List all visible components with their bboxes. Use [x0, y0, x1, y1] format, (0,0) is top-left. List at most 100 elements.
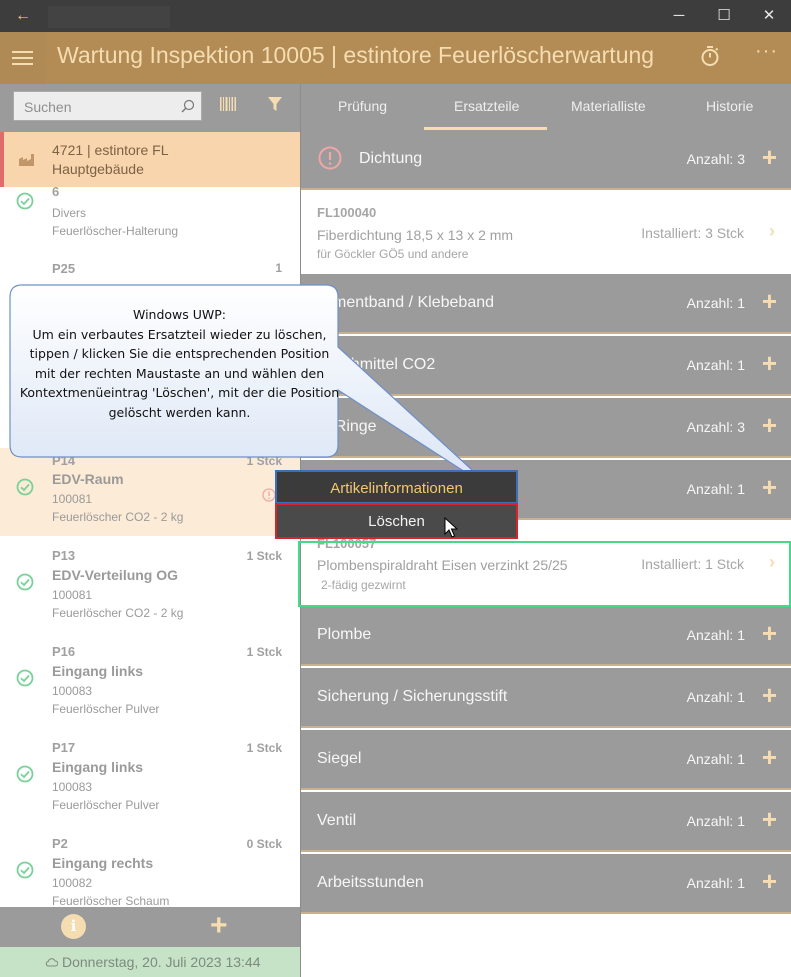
status-bar: Donnerstag, 20. Juli 2023 13:44: [0, 947, 300, 977]
article-number: Divers: [52, 206, 87, 220]
hamburger-menu-icon[interactable]: [0, 32, 46, 84]
list-item[interactable]: P2 0 Stck Eingang rechts 100082 Feuerlös…: [0, 824, 300, 908]
item-description: Feuerlöscher CO2 - 2 kg: [52, 510, 184, 524]
group-amount: Anzahl: 1: [686, 875, 745, 891]
location-name: EDV-Verteilung OG: [52, 567, 179, 583]
chevron-right-icon[interactable]: ›: [769, 221, 775, 242]
app-header: Wartung Inspektion 10005 | estintore Feu…: [0, 32, 791, 84]
item-count: 1 Stck: [246, 549, 282, 563]
part-group-header[interactable]: Siegel Anzahl: 1 +: [301, 730, 791, 790]
part-description: Fiberdichtung 18,5 x 13 x 2 mm: [317, 227, 514, 243]
article-number: 100083: [52, 684, 93, 698]
menu-item-artikelinformationen[interactable]: Artikelinformationen: [275, 470, 518, 504]
group-amount: Anzahl: 1: [686, 813, 745, 829]
group-amount: Anzahl: 1: [686, 295, 745, 311]
part-item[interactable]: FL100040 Fiberdichtung 18,5 x 13 x 2 mm …: [301, 192, 791, 274]
part-group-header[interactable]: Sicherung / Sicherungsstift Anzahl: 1 +: [301, 668, 791, 728]
position-number: P25: [52, 261, 76, 276]
cloud-sync-icon: [45, 958, 58, 967]
callout-text-block: Windows UWP: Um ein verbautes Ersatzteil…: [18, 305, 341, 422]
barcode-icon[interactable]: [220, 97, 236, 111]
check-circle-icon: [16, 765, 34, 783]
item-count: 1 Stck: [246, 645, 282, 659]
add-part-button[interactable]: +: [762, 618, 777, 648]
add-part-button[interactable]: +: [762, 142, 777, 172]
close-window-button[interactable]: ✕: [746, 0, 791, 32]
position-number: 6: [52, 184, 60, 199]
position-number: P13: [52, 548, 76, 563]
installed-count: Installiert: 3 Stck: [641, 225, 744, 241]
info-icon[interactable]: i: [61, 914, 86, 939]
group-amount: Anzahl: 3: [686, 419, 745, 435]
group-title: Sicherung / Sicherungsstift: [317, 688, 508, 705]
window-title-bar: ← ─ ☐ ✕: [0, 0, 791, 32]
tab-pruefung[interactable]: Prüfung: [338, 98, 387, 114]
tab-materialliste[interactable]: Materialliste: [571, 98, 646, 114]
list-item[interactable]: P16 1 Stck Eingang links 100083 Feuerlös…: [0, 632, 300, 728]
part-subtext: für Göckler GÖ5 und andere: [317, 247, 469, 261]
check-circle-icon: [16, 861, 34, 879]
minimize-button[interactable]: ─: [656, 0, 702, 32]
position-number: P2: [52, 836, 68, 851]
group-amount: Anzahl: 1: [686, 627, 745, 643]
mouse-pointer-icon: [444, 517, 458, 538]
location-name: Eingang links: [52, 759, 144, 775]
part-group-header[interactable]: Dichtung Anzahl: 3 +: [301, 130, 791, 190]
article-number: 100081: [52, 588, 93, 602]
part-group-header[interactable]: Ventil Anzahl: 1 +: [301, 792, 791, 852]
article-number: FL100040: [317, 205, 377, 220]
group-title: Plombe: [317, 626, 372, 643]
window-title-area: [48, 6, 170, 28]
group-amount: Anzahl: 3: [686, 151, 745, 167]
selected-location-name: Hauptgebäude: [52, 161, 144, 177]
building-icon: [19, 154, 34, 166]
article-number: 100083: [52, 780, 93, 794]
group-amount: Anzahl: 1: [686, 689, 745, 705]
list-item[interactable]: P17 1 Stck Eingang links 100083 Feuerlös…: [0, 728, 300, 824]
check-circle-icon: [16, 669, 34, 687]
item-count: 0 Stck: [246, 837, 282, 851]
group-title: Arbeitsstunden: [317, 874, 424, 891]
check-circle-icon: [16, 192, 34, 210]
search-input[interactable]: Suchen: [13, 91, 202, 121]
list-item[interactable]: P13 1 Stck EDV-Verteilung OG 100081 Feue…: [0, 536, 300, 632]
group-title: Siegel: [317, 750, 362, 767]
menu-item-label: Löschen: [368, 513, 425, 530]
tab-historie[interactable]: Historie: [706, 98, 753, 114]
part-group-header[interactable]: Arbeitsstunden Anzahl: 1 +: [301, 854, 791, 914]
selected-location[interactable]: 4721 | estintore FL Hauptgebäude: [0, 132, 300, 187]
stopwatch-icon[interactable]: [698, 44, 722, 68]
search-placeholder: Suchen: [24, 99, 72, 115]
maximize-button[interactable]: ☐: [701, 0, 747, 32]
add-button[interactable]: +: [210, 909, 228, 943]
menu-item-loeschen[interactable]: Löschen: [275, 503, 518, 539]
item-count: 1 Stck: [246, 741, 282, 755]
tab-ersatzteile[interactable]: Ersatzteile: [454, 98, 519, 114]
search-icon[interactable]: [181, 99, 195, 113]
add-part-button[interactable]: +: [762, 348, 777, 378]
item-description: Feuerlöscher-Halterung: [52, 224, 179, 238]
location-name: Eingang links: [52, 663, 144, 679]
add-part-button[interactable]: +: [762, 472, 777, 502]
add-part-button[interactable]: +: [762, 410, 777, 440]
callout-heading: Windows UWP:: [132, 307, 227, 322]
add-part-button[interactable]: +: [762, 866, 777, 896]
selected-part-highlight: [298, 541, 791, 607]
position-number: P16: [52, 644, 76, 659]
add-part-button[interactable]: +: [762, 680, 777, 710]
add-part-button[interactable]: +: [762, 742, 777, 772]
alert-circle-icon: [318, 146, 342, 170]
item-count: 1: [275, 261, 282, 275]
back-arrow-icon[interactable]: ←: [10, 4, 36, 28]
filter-icon[interactable]: [267, 96, 283, 112]
add-part-button[interactable]: +: [762, 804, 777, 834]
item-description: Feuerlöscher Schaum: [52, 894, 170, 908]
search-toolbar: Suchen: [0, 84, 300, 132]
item-description: Feuerlöscher Pulver: [52, 702, 160, 716]
group-amount: Anzahl: 1: [686, 751, 745, 767]
more-options-button[interactable]: ···: [755, 40, 778, 63]
add-part-button[interactable]: +: [762, 286, 777, 316]
part-group-header[interactable]: Plombe Anzahl: 1 +: [301, 606, 791, 666]
group-amount: Anzahl: 1: [686, 357, 745, 373]
check-circle-icon: [16, 573, 34, 591]
